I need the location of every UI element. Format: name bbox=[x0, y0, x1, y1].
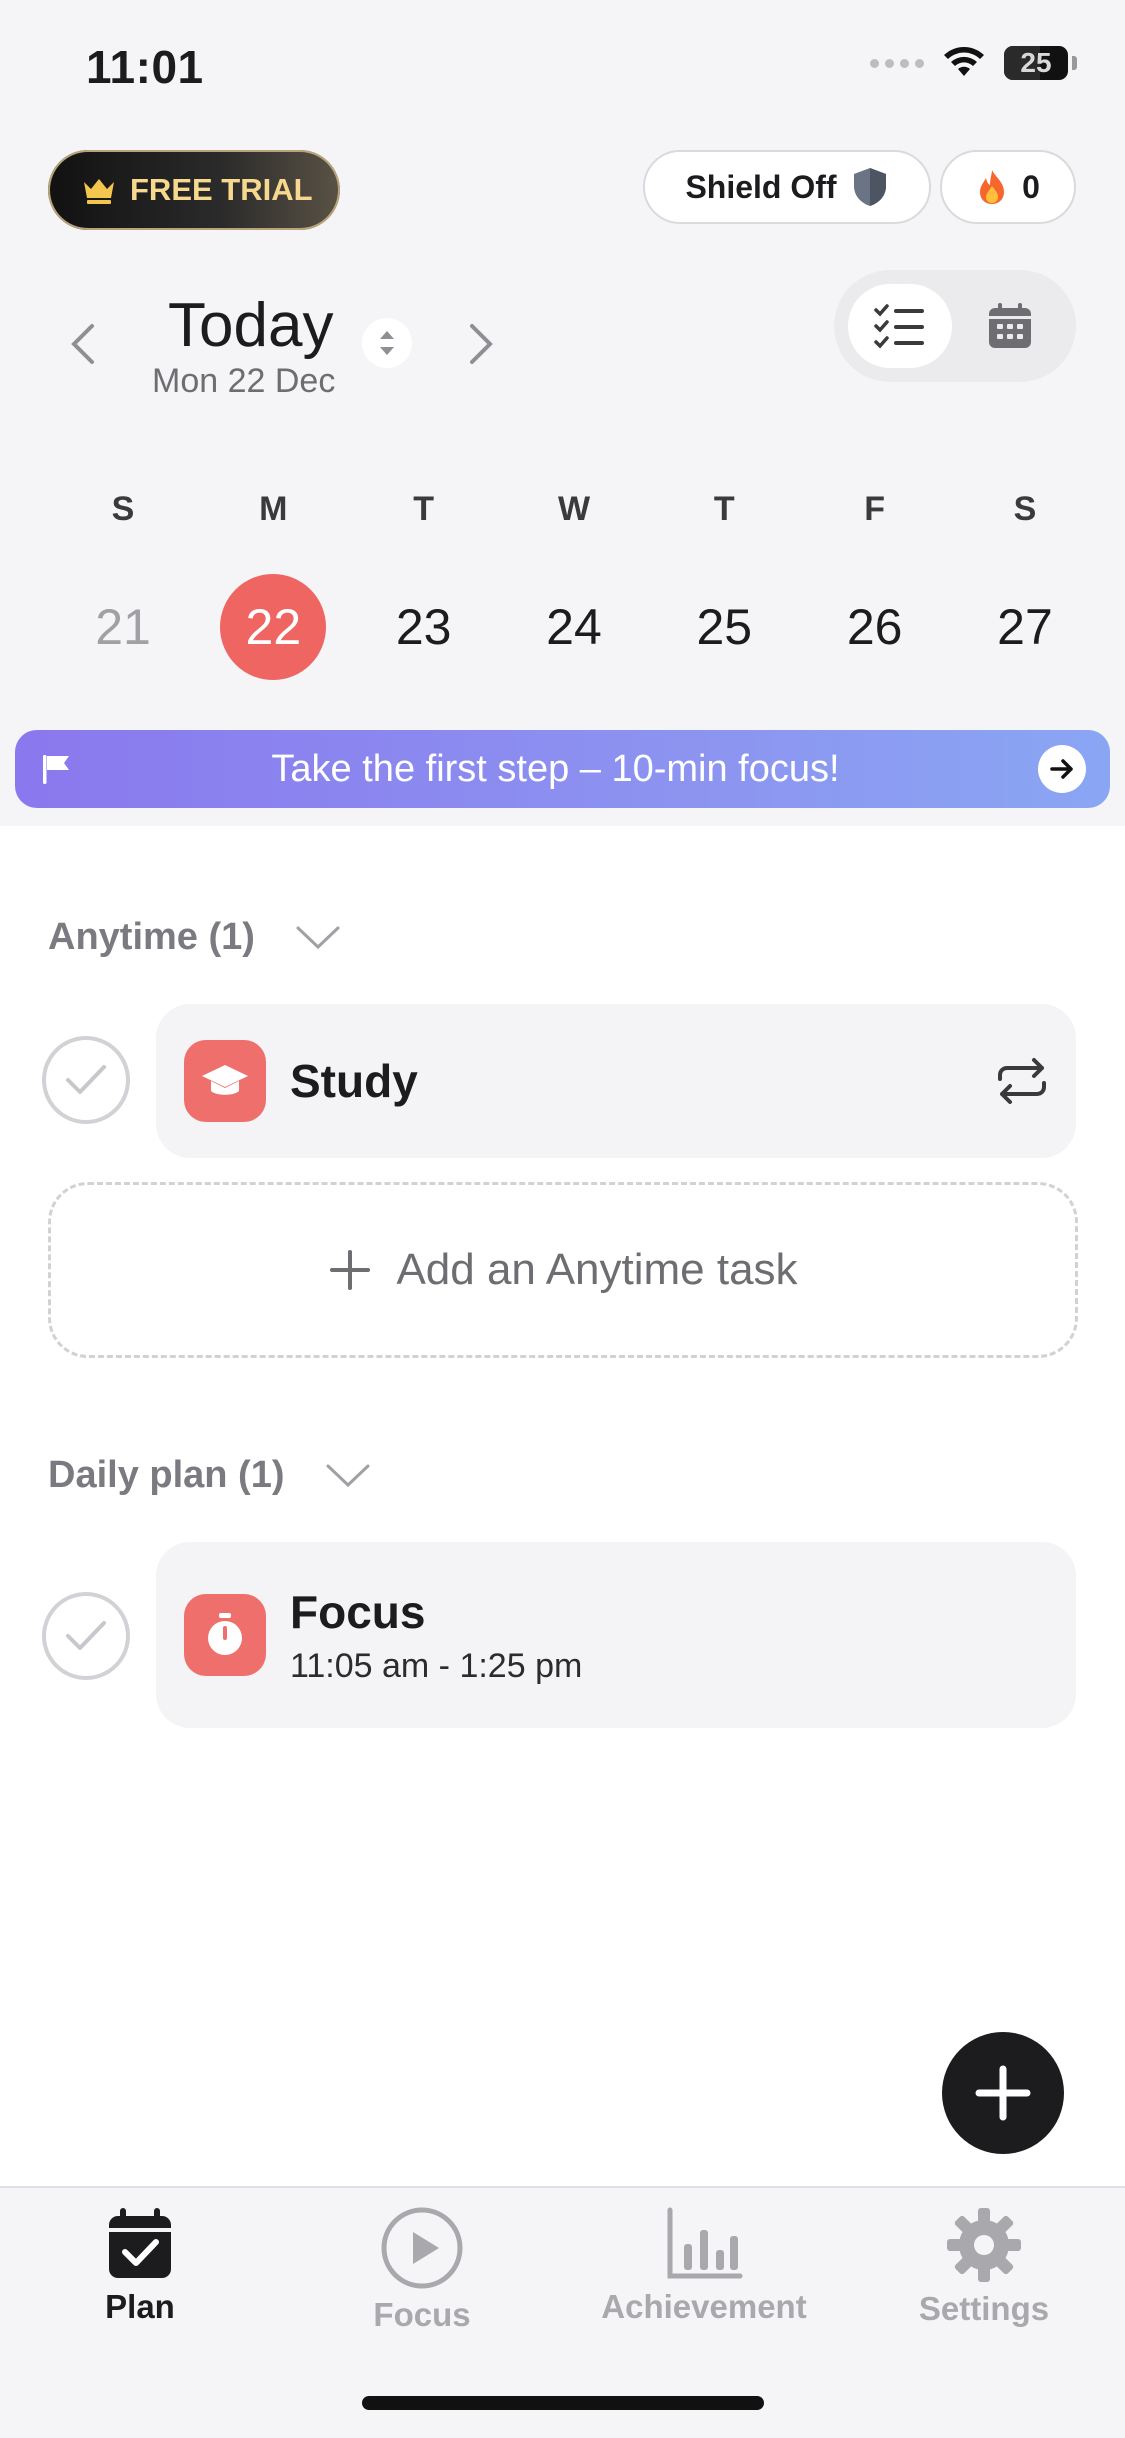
tab-achievement[interactable]: Achievement bbox=[601, 2206, 807, 2326]
week-strip: S 21 M 22 T 23 W 24 T 25 F 26 S 27 bbox=[68, 490, 1080, 680]
previous-day-chevron-icon[interactable] bbox=[68, 322, 98, 366]
date-picker-button[interactable] bbox=[362, 318, 412, 368]
banner-text: Take the first step – 10-min focus! bbox=[271, 747, 840, 790]
day-number[interactable]: 24 bbox=[521, 574, 627, 680]
current-date: Mon 22 Dec bbox=[152, 362, 336, 400]
home-indicator bbox=[362, 2396, 764, 2410]
weekday-letter: S bbox=[1013, 490, 1037, 528]
checkmark-icon bbox=[66, 1621, 106, 1650]
calendar-grid-icon bbox=[989, 303, 1031, 348]
add-anytime-task-button[interactable]: Add an Anytime task bbox=[48, 1182, 1078, 1358]
shield-toggle-button[interactable]: Shield Off bbox=[643, 150, 931, 224]
crown-icon bbox=[84, 179, 114, 204]
weekday-letter: T bbox=[413, 490, 435, 528]
tab-plan-label: Plan bbox=[105, 2288, 175, 2325]
checklist-icon bbox=[874, 304, 924, 349]
streak-button[interactable]: 0 bbox=[940, 150, 1076, 224]
page-title: Today bbox=[168, 291, 334, 360]
shield-icon bbox=[853, 168, 886, 206]
daily-plan-section-header[interactable]: Daily plan (1) bbox=[48, 1454, 371, 1497]
banner-arrow-button[interactable] bbox=[1038, 745, 1086, 793]
tab-focus[interactable]: Focus bbox=[322, 2206, 522, 2334]
add-anytime-task-label: Add an Anytime task bbox=[396, 1245, 798, 1294]
next-day-chevron-icon[interactable] bbox=[466, 322, 496, 366]
study-task-card[interactable]: Study bbox=[156, 1004, 1076, 1158]
calendar-check-icon bbox=[109, 2208, 171, 2278]
day-monday[interactable]: M 22 bbox=[218, 490, 328, 680]
focus-task-title: Focus bbox=[290, 1585, 426, 1638]
battery-icon: 25 bbox=[1004, 46, 1068, 80]
tab-focus-label: Focus bbox=[373, 2296, 471, 2333]
day-friday[interactable]: F 26 bbox=[820, 490, 930, 680]
up-down-arrows-icon bbox=[380, 331, 394, 355]
repeat-icon bbox=[998, 1058, 1046, 1104]
day-number[interactable]: 25 bbox=[671, 574, 777, 680]
anytime-section-header[interactable]: Anytime (1) bbox=[48, 916, 341, 959]
wifi-icon bbox=[944, 47, 984, 76]
focus-task-time: 11:05 am - 1:25 pm bbox=[290, 1646, 583, 1685]
day-number[interactable]: 23 bbox=[371, 574, 477, 680]
add-task-fab[interactable] bbox=[942, 2032, 1064, 2154]
streak-count: 0 bbox=[1022, 168, 1040, 205]
gear-icon bbox=[947, 2208, 1021, 2282]
bar-chart-icon bbox=[667, 2207, 743, 2279]
tab-achievement-label: Achievement bbox=[601, 2288, 807, 2325]
weekday-letter: W bbox=[557, 490, 591, 528]
day-number[interactable]: 27 bbox=[972, 574, 1078, 680]
status-time: 11:01 bbox=[86, 41, 204, 93]
view-toggle bbox=[834, 270, 1076, 382]
day-number[interactable]: 21 bbox=[70, 574, 176, 680]
fire-icon bbox=[980, 170, 1005, 204]
free-trial-button[interactable]: FREE TRIAL bbox=[48, 150, 340, 230]
checkmark-icon bbox=[66, 1065, 106, 1094]
focus-task-card[interactable]: Focus 11:05 am - 1:25 pm bbox=[156, 1542, 1076, 1728]
tab-settings-label: Settings bbox=[918, 2290, 1050, 2327]
study-task-title: Study bbox=[290, 1055, 418, 1107]
day-tuesday[interactable]: T 23 bbox=[369, 490, 479, 680]
cellular-signal-icon bbox=[870, 58, 924, 68]
chevron-down-icon bbox=[296, 926, 340, 949]
daily-plan-section-title: Daily plan (1) bbox=[48, 1454, 285, 1496]
day-number-selected[interactable]: 22 bbox=[220, 574, 327, 680]
plus-icon bbox=[975, 2065, 1031, 2121]
battery-level: 25 bbox=[1020, 47, 1052, 78]
chevron-down-icon bbox=[326, 1464, 369, 1487]
free-trial-label: FREE TRIAL bbox=[130, 172, 313, 207]
day-sunday[interactable]: S 21 bbox=[68, 490, 178, 680]
tab-plan[interactable]: Plan bbox=[40, 2206, 240, 2326]
day-thursday[interactable]: T 25 bbox=[669, 490, 779, 680]
shield-label: Shield Off bbox=[685, 168, 837, 205]
weekday-letter: T bbox=[713, 490, 735, 528]
tab-settings[interactable]: Settings bbox=[884, 2206, 1084, 2328]
weekday-letter: S bbox=[111, 490, 135, 528]
weekday-letter: M bbox=[259, 490, 288, 528]
day-saturday[interactable]: S 27 bbox=[970, 490, 1080, 680]
status-indicators: 25 bbox=[870, 46, 1077, 80]
anytime-section-title: Anytime (1) bbox=[48, 916, 255, 958]
study-complete-checkbox[interactable] bbox=[42, 1036, 130, 1124]
calendar-view-button[interactable] bbox=[958, 284, 1062, 368]
day-number[interactable]: 26 bbox=[822, 574, 928, 680]
play-circle-icon bbox=[381, 2207, 463, 2289]
arrow-right-icon bbox=[1050, 759, 1073, 779]
plus-icon bbox=[330, 1250, 371, 1290]
flag-icon bbox=[43, 755, 69, 784]
graduation-cap-icon bbox=[184, 1040, 266, 1122]
day-wednesday[interactable]: W 24 bbox=[519, 490, 629, 680]
focus-prompt-banner[interactable]: Take the first step – 10-min focus! bbox=[15, 730, 1110, 808]
list-view-button[interactable] bbox=[848, 284, 952, 368]
focus-complete-checkbox[interactable] bbox=[42, 1592, 130, 1680]
stopwatch-icon bbox=[184, 1594, 266, 1676]
weekday-letter: F bbox=[864, 490, 886, 528]
